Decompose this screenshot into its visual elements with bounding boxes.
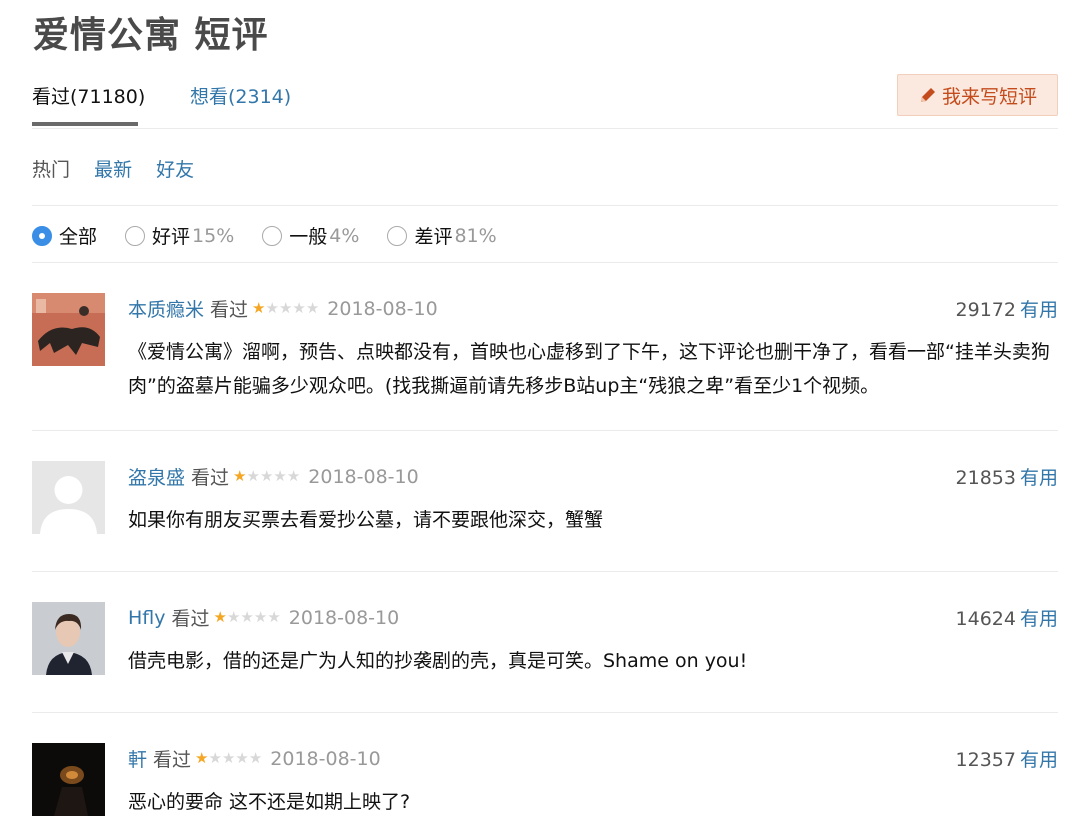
- star-empty-icon: ★: [278, 299, 293, 317]
- tab-bar: 看过(71180) 想看(2314) 我来写短评: [32, 74, 1058, 128]
- comment-date: 2018-08-10: [270, 747, 381, 770]
- vote-number: 21853: [955, 467, 1016, 489]
- comment-item: 本质瘾米 看过 ★ ★ ★ ★ ★ 2018-08-10 29172 有用 《爱情公寓》溜…: [32, 293, 1058, 403]
- sort-options: 热门 最新 好友: [32, 155, 212, 182]
- rating-stars: ★ ★ ★ ★ ★: [252, 301, 319, 316]
- divider: [32, 430, 1058, 431]
- comment-header: 盗泉盛 看过 ★ ★ ★ ★ ★ 2018-08-10: [128, 463, 419, 490]
- star-empty-icon: ★: [246, 467, 260, 485]
- username-link[interactable]: Hfly: [128, 607, 166, 629]
- comment-item: 盗泉盛 看过 ★ ★ ★ ★ ★ 2018-08-10 21853 有用 如果你有朋友买票…: [32, 461, 1058, 541]
- tab-watched[interactable]: 看过(71180): [32, 82, 145, 109]
- avatar[interactable]: [32, 293, 105, 366]
- active-tab-indicator: [32, 122, 138, 126]
- filter-label: 全部: [59, 226, 98, 248]
- comment-header: Hfly 看过 ★ ★ ★ ★ ★ 2018-08-10: [128, 604, 399, 631]
- sort-hot[interactable]: 热门: [32, 155, 70, 182]
- vote-count: 12357 有用: [956, 745, 1058, 772]
- star-empty-icon: ★: [292, 299, 306, 317]
- radio-icon[interactable]: [125, 225, 146, 246]
- avatar[interactable]: [32, 743, 105, 816]
- filter-label: 差评: [414, 226, 453, 248]
- comment-date: 2018-08-10: [308, 465, 419, 488]
- tab-want-to-watch[interactable]: 想看(2314): [190, 82, 291, 109]
- filter-percent: 15%: [192, 224, 235, 247]
- comment-header: 本质瘾米 看过 ★ ★ ★ ★ ★ 2018-08-10: [128, 295, 438, 322]
- comment-item: 軒 看过 ★ ★ ★ ★ ★ 2018-08-10 12357 有用 恶心的要命 这不还是…: [32, 743, 1058, 823]
- watch-status: 看过: [171, 608, 210, 630]
- watch-status: 看过: [153, 749, 192, 771]
- username-link[interactable]: 軒: [128, 745, 147, 772]
- comment-date: 2018-08-10: [288, 606, 400, 629]
- comment-text: 如果你有朋友买票去看爱抄公墓，请不要跟他深交，蟹蟹: [128, 509, 604, 531]
- star-empty-icon: ★: [235, 749, 249, 767]
- filter-label: 好评: [152, 226, 191, 248]
- comment-header: 軒 看过 ★ ★ ★ ★ ★ 2018-08-10: [128, 745, 381, 772]
- comment-text: 恶心的要命 这不还是如期上映了?: [128, 791, 411, 813]
- star-empty-icon: ★: [221, 749, 236, 767]
- avatar[interactable]: [32, 461, 105, 534]
- star-empty-icon: ★: [305, 299, 320, 317]
- pencil-icon: [920, 88, 935, 102]
- star-empty-icon: ★: [259, 467, 274, 485]
- star-filled-icon: ★: [213, 608, 227, 626]
- rating-stars: ★ ★ ★ ★ ★: [214, 610, 281, 625]
- star-empty-icon: ★: [240, 608, 254, 626]
- vote-count: 21853 有用: [956, 463, 1058, 490]
- star-empty-icon: ★: [267, 608, 281, 626]
- star-empty-icon: ★: [253, 608, 268, 626]
- filter-label: 一般: [289, 226, 328, 248]
- comment-text: 《爱情公寓》溜啊，预告、点映都没有，首映也心虚移到了下午，这下评论也删干净了，看…: [128, 341, 1050, 397]
- comment-text: 借壳电影，借的还是广为人知的抄袭剧的壳，真是可笑。Shame on you!: [128, 650, 748, 672]
- avatar[interactable]: [32, 602, 105, 675]
- write-review-label: 我来写短评: [941, 85, 1037, 108]
- useful-link[interactable]: 有用: [1020, 608, 1058, 630]
- write-review-button[interactable]: 我来写短评: [897, 74, 1058, 116]
- star-filled-icon: ★: [195, 749, 209, 767]
- star-filled-icon: ★: [233, 467, 247, 485]
- sort-friends[interactable]: 好友: [156, 155, 194, 182]
- filter-negative[interactable]: 差评 81%: [387, 222, 497, 249]
- rating-stars: ★ ★ ★ ★ ★: [195, 751, 262, 766]
- star-filled-icon: ★: [252, 299, 266, 317]
- divider: [32, 262, 1058, 263]
- username-link[interactable]: 本质瘾米: [128, 295, 204, 322]
- star-empty-icon: ★: [286, 467, 301, 485]
- page-title: 爱情公寓 短评: [33, 15, 269, 56]
- divider: [32, 712, 1058, 713]
- vote-number: 29172: [955, 299, 1016, 321]
- filter-percent: 81%: [454, 224, 497, 247]
- comment-item: Hfly 看过 ★ ★ ★ ★ ★ 2018-08-10 14624 有用 借壳电影，借的…: [32, 602, 1058, 682]
- watch-status: 看过: [191, 467, 230, 489]
- filter-all[interactable]: 全部: [32, 222, 97, 249]
- useful-link[interactable]: 有用: [1020, 467, 1058, 489]
- filter-neutral[interactable]: 一般 4%: [262, 222, 359, 249]
- star-empty-icon: ★: [226, 608, 241, 626]
- radio-checked-icon[interactable]: [32, 225, 52, 246]
- vote-count: 29172 有用: [956, 295, 1058, 322]
- filter-percent: 4%: [329, 224, 360, 247]
- comment-date: 2018-08-10: [327, 297, 438, 320]
- star-empty-icon: ★: [273, 467, 287, 485]
- useful-link[interactable]: 有用: [1020, 749, 1058, 771]
- divider: [32, 571, 1058, 572]
- sort-latest[interactable]: 最新: [94, 155, 132, 182]
- radio-icon[interactable]: [387, 225, 408, 246]
- star-empty-icon: ★: [208, 749, 222, 767]
- star-empty-icon: ★: [265, 299, 279, 317]
- rating-stars: ★ ★ ★ ★ ★: [233, 469, 300, 484]
- filter-positive[interactable]: 好评 15%: [125, 222, 234, 249]
- watch-status: 看过: [210, 299, 249, 321]
- vote-number: 14624: [955, 608, 1016, 630]
- vote-number: 12357: [955, 749, 1016, 771]
- radio-icon[interactable]: [262, 225, 283, 246]
- divider: [32, 128, 1058, 129]
- rating-filter: 全部 好评 15% 一般 4% 差评 81%: [32, 222, 525, 249]
- star-empty-icon: ★: [248, 749, 263, 767]
- vote-count: 14624 有用: [956, 604, 1058, 631]
- useful-link[interactable]: 有用: [1020, 299, 1058, 321]
- username-link[interactable]: 盗泉盛: [128, 463, 185, 490]
- divider: [32, 205, 1058, 206]
